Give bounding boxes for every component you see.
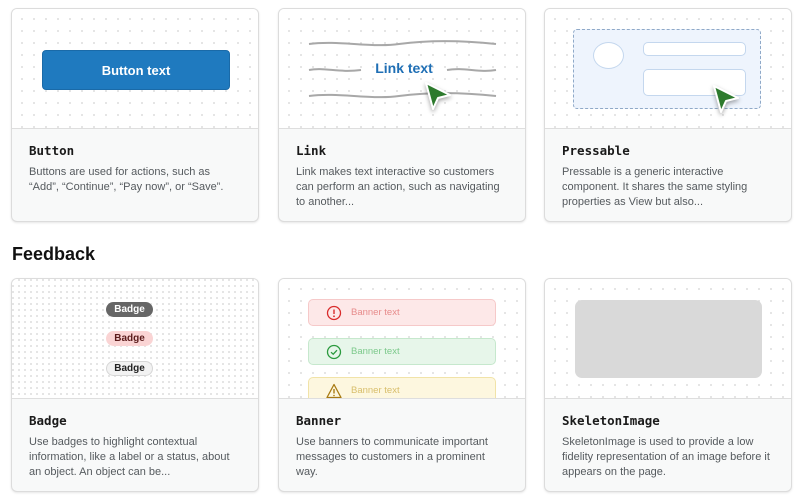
card-title: Button xyxy=(29,143,75,158)
card-title: SkeletonImage xyxy=(562,413,660,428)
card-title: Link xyxy=(296,143,327,158)
card-info: Badge Use badges to highlight contextual… xyxy=(12,399,258,491)
text-placeholder xyxy=(643,42,746,56)
check-circle-icon xyxy=(326,344,342,359)
avatar-placeholder xyxy=(593,42,624,69)
card-description: Pressable is a generic interactive compo… xyxy=(562,166,748,208)
cursor-pointer-icon xyxy=(713,85,739,113)
card-title: Banner xyxy=(296,413,342,428)
warning-triangle-icon xyxy=(326,383,342,398)
demo-button: Button text xyxy=(42,50,230,90)
card-description: Use banners to communicate important mes… xyxy=(296,436,488,478)
component-card-banner[interactable]: Banner text Banner text Banner text Bann… xyxy=(278,278,526,492)
component-card-pressable[interactable]: Pressable Pressable is a generic interac… xyxy=(544,8,792,222)
card-info: Button Buttons are used for actions, suc… xyxy=(12,129,258,221)
component-card-skeleton-image[interactable]: SkeletonImage SkeletonImage is used to p… xyxy=(544,278,792,492)
card-info: Link Link makes text interactive so cust… xyxy=(279,129,525,221)
demo-link: Link text xyxy=(375,60,433,76)
component-card-button[interactable]: Button text Button Buttons are used for … xyxy=(11,8,259,222)
card-info: SkeletonImage SkeletonImage is used to p… xyxy=(545,399,791,491)
card-title: Badge xyxy=(29,413,67,428)
card-description: Buttons are used for actions, such as “A… xyxy=(29,166,224,193)
card-preview: Link text xyxy=(279,9,525,129)
card-preview xyxy=(545,279,791,399)
banner-text: Banner text xyxy=(351,346,400,357)
component-card-badge[interactable]: Badge Badge Badge Badge Use badges to hi… xyxy=(11,278,259,492)
card-description: SkeletonImage is used to provide a low f… xyxy=(562,436,770,478)
card-info: Banner Use banners to communicate import… xyxy=(279,399,525,491)
error-circle-icon xyxy=(326,305,342,320)
card-preview xyxy=(545,9,791,129)
component-card-link[interactable]: Link text Link Link makes text interacti… xyxy=(278,8,526,222)
banner-text: Banner text xyxy=(351,385,400,396)
banner-error: Banner text xyxy=(308,299,496,326)
skeleton-image-placeholder xyxy=(575,300,762,378)
badge-subtle: Badge xyxy=(106,361,153,376)
badge-neutral: Badge xyxy=(106,302,153,317)
banner-warning: Banner text xyxy=(308,377,496,398)
banner-success: Banner text xyxy=(308,338,496,365)
card-preview: Badge Badge Badge xyxy=(12,279,258,399)
card-preview: Button text xyxy=(12,9,258,129)
card-description: Use badges to highlight contextual infor… xyxy=(29,436,230,478)
card-preview: Banner text Banner text Banner text xyxy=(279,279,525,399)
banner-text: Banner text xyxy=(351,307,400,318)
card-info: Pressable Pressable is a generic interac… xyxy=(545,129,791,221)
badge-critical: Badge xyxy=(106,331,153,346)
cursor-pointer-icon xyxy=(425,82,451,110)
section-title-feedback: Feedback xyxy=(12,244,96,264)
card-title: Pressable xyxy=(562,143,630,158)
card-description: Link makes text interactive so customers… xyxy=(296,166,500,208)
